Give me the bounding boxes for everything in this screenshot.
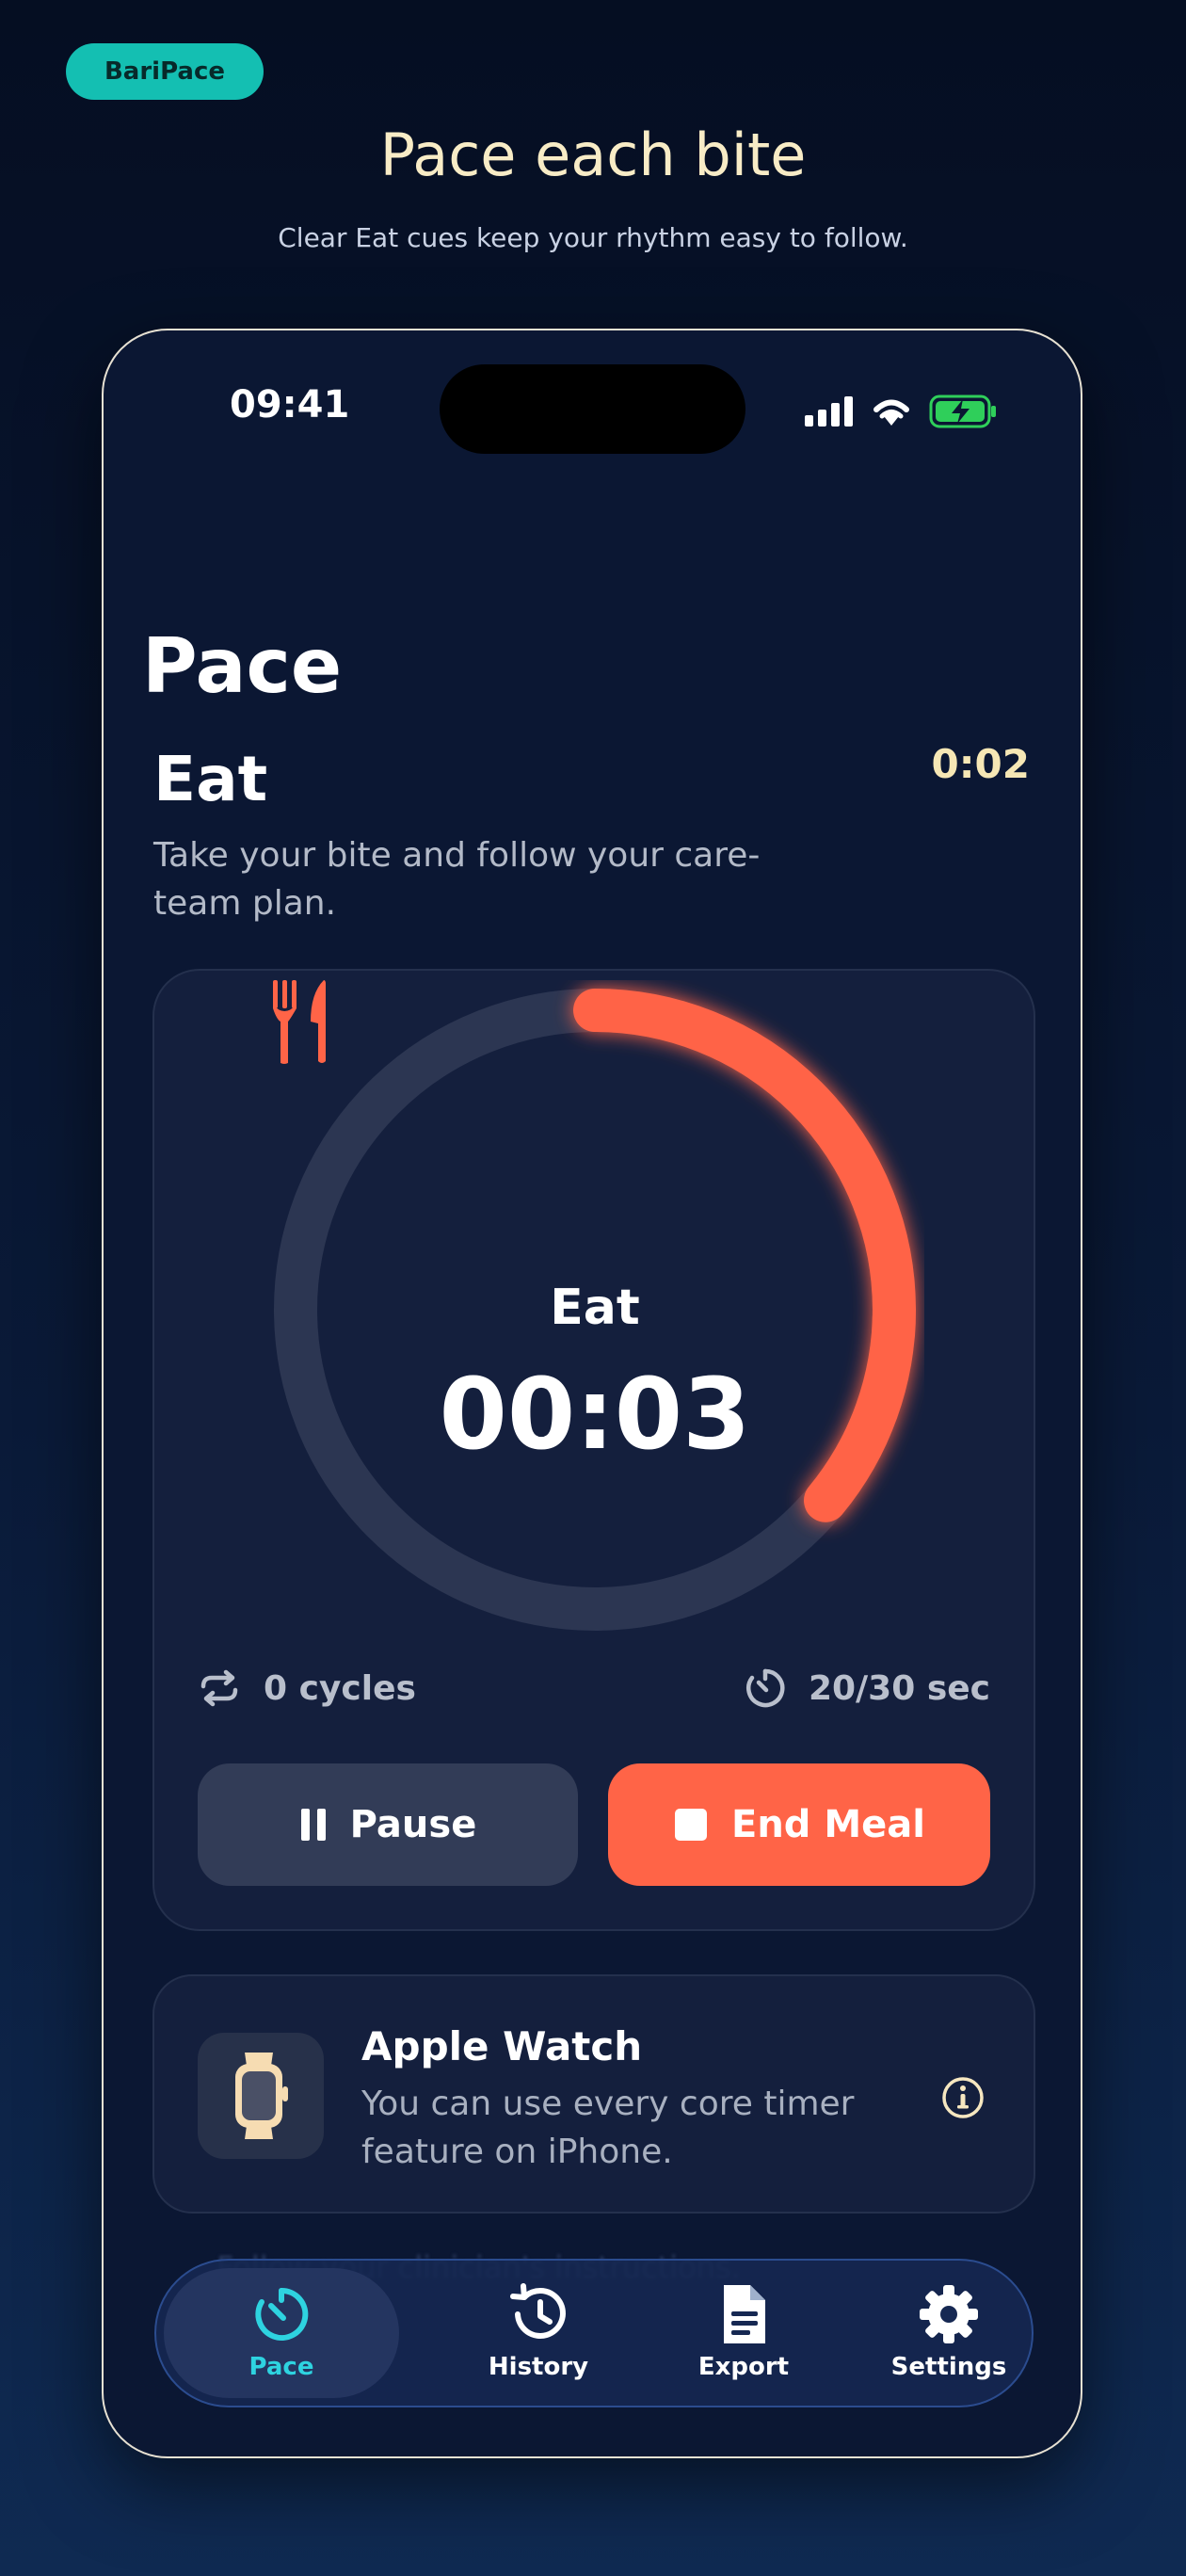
cycles-count: 0 cycles — [264, 1668, 416, 1708]
repeat-icon — [200, 1669, 238, 1707]
end-meal-button[interactable]: End Meal — [608, 1763, 990, 1886]
tab-export[interactable]: Export — [640, 2268, 847, 2398]
pause-button[interactable]: Pause — [198, 1763, 578, 1886]
history-icon — [510, 2283, 566, 2339]
tab-pace-label: Pace — [248, 2353, 314, 2381]
fork-knife-icon — [273, 980, 326, 1064]
watch-card-description: You can use every core timer feature on … — [361, 2085, 855, 2171]
info-icon[interactable] — [941, 2076, 985, 2119]
status-time: 09:41 — [230, 383, 350, 427]
pause-label: Pause — [349, 1803, 477, 1846]
ring-phase-label: Eat — [550, 1280, 640, 1336]
timer-small-icon — [745, 1668, 785, 1708]
page-title: Pace — [142, 622, 343, 710]
phase-instruction: Take your bite and follow your care-team… — [153, 836, 761, 923]
interval-value: 20/30 sec — [808, 1668, 990, 1708]
subheadline: Clear Eat cues keep your rhythm easy to … — [278, 222, 908, 253]
tab-history[interactable]: History — [435, 2268, 642, 2398]
applewatch-icon — [235, 2053, 288, 2139]
signal-icon — [805, 396, 853, 427]
elapsed-time: 0:02 — [931, 741, 1030, 787]
cycles-stat: 0 cycles — [198, 1667, 416, 1709]
gear-icon — [920, 2285, 978, 2343]
tab-settings-label: Settings — [890, 2353, 1007, 2381]
watch-card-title: Apple Watch — [361, 2023, 643, 2069]
interval-stat: 20/30 sec — [745, 1667, 990, 1709]
phone-frame: 09:41 Pace Eat 0:02 Take your bite and f… — [102, 329, 1082, 2458]
tab-pace[interactable]: Pace — [164, 2268, 399, 2398]
tab-history-label: History — [488, 2353, 589, 2381]
app-badge: BariPace — [66, 43, 264, 100]
battery-charging-icon — [929, 394, 996, 428]
progress-ring: Eat 00:03 — [265, 980, 924, 1639]
tab-bar: Pace History Export Settings — [154, 2259, 1034, 2407]
apple-watch-card: Apple Watch You can use every core timer… — [152, 1974, 1035, 2214]
stop-icon — [675, 1809, 707, 1841]
tab-export-label: Export — [697, 2353, 790, 2381]
timer-icon — [255, 2287, 309, 2341]
status-icons — [805, 394, 997, 428]
watch-icon-tile — [198, 2033, 324, 2159]
wifi-icon — [873, 399, 909, 426]
timer-card: Eat 00:03 0 cycles 20/30 sec Pause End M… — [152, 969, 1035, 1931]
dynamic-island — [440, 364, 745, 454]
phase-title: Eat — [153, 743, 268, 815]
document-icon — [724, 2285, 765, 2343]
headline: Pace each bite — [379, 121, 807, 189]
countdown: 00:03 — [439, 1357, 751, 1472]
tab-settings[interactable]: Settings — [845, 2268, 1052, 2398]
end-meal-label: End Meal — [731, 1803, 925, 1846]
pause-icon — [300, 1809, 326, 1841]
